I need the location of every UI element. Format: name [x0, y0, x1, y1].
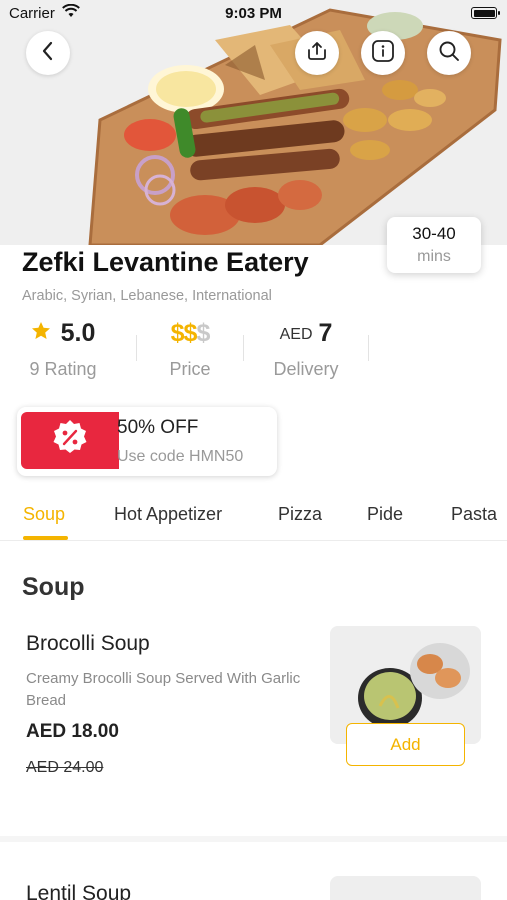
active-tab-indicator — [23, 536, 68, 540]
item-old-price: AED 24.00 — [26, 759, 104, 776]
hero-image — [0, 0, 507, 245]
delivery-fee-stat: AED 7 Delivery — [268, 315, 344, 380]
item-name: Lentil Soup — [26, 882, 132, 900]
item-price: AED 18.00 — [26, 721, 119, 742]
menu-item[interactable]: Lentil Soup — [0, 842, 507, 900]
promo-title: 50% OFF — [117, 417, 199, 438]
back-button[interactable] — [26, 31, 70, 75]
search-button[interactable] — [427, 31, 471, 75]
stat-divider — [243, 335, 244, 361]
promo-badge — [21, 412, 119, 469]
delivery-fee-value: 7 — [318, 318, 333, 347]
item-name: Brocolli Soup — [26, 632, 150, 655]
restaurant-cuisines: Arabic, Syrian, Lebanese, International — [22, 288, 272, 304]
tab-pide[interactable]: Pide — [367, 504, 403, 525]
price-label: Price — [169, 359, 211, 379]
delivery-time-value: 30-40 — [412, 224, 456, 243]
discount-badge-icon — [49, 417, 91, 464]
tab-soup[interactable]: Soup — [23, 504, 65, 525]
chevron-left-icon — [40, 41, 56, 66]
delivery-time-unit: mins — [417, 248, 451, 265]
stat-divider — [136, 335, 137, 361]
battery-icon — [471, 7, 500, 19]
rating-label: 9 Rating — [29, 359, 97, 379]
info-icon — [371, 39, 395, 68]
rating-stat: 5.0 9 Rating — [22, 315, 104, 380]
tab-pizza[interactable]: Pizza — [278, 504, 322, 525]
item-description: Creamy Brocolli Soup Served With Garlic … — [26, 670, 301, 709]
menu-item[interactable]: Brocolli Soup Creamy Brocolli Soup Serve… — [0, 620, 507, 835]
status-bar: Carrier 9:03 PM — [0, 0, 507, 28]
category-tabs: Soup Hot Appetizer Pizza Pide Pasta — [0, 497, 507, 541]
search-icon — [438, 40, 460, 67]
tab-pasta[interactable]: Pasta — [451, 504, 497, 525]
delivery-time-card: 30-40 mins — [387, 217, 481, 273]
price-stat: $$ $ Price — [160, 315, 220, 380]
item-image — [330, 876, 481, 900]
status-time: 9:03 PM — [225, 5, 282, 22]
promo-card[interactable]: 50% OFF Use code HMN50 — [17, 407, 277, 476]
info-button[interactable] — [361, 31, 405, 75]
share-button[interactable] — [295, 31, 339, 75]
delivery-fee-label: Delivery — [273, 359, 339, 379]
section-title: Soup — [22, 573, 85, 601]
tab-hot-appetizer[interactable]: Hot Appetizer — [114, 504, 222, 525]
add-button[interactable]: Add — [346, 723, 465, 766]
restaurant-name: Zefki Levantine Eatery — [22, 247, 309, 277]
promo-code: Use code HMN50 — [117, 448, 244, 465]
stat-divider — [368, 335, 369, 361]
price-level-inactive: $ — [196, 318, 210, 347]
share-icon — [306, 41, 328, 66]
rating-value: 5.0 — [60, 318, 96, 347]
price-level-active: $$ — [170, 318, 198, 347]
delivery-fee-currency: AED — [279, 326, 313, 343]
star-icon — [31, 321, 51, 345]
